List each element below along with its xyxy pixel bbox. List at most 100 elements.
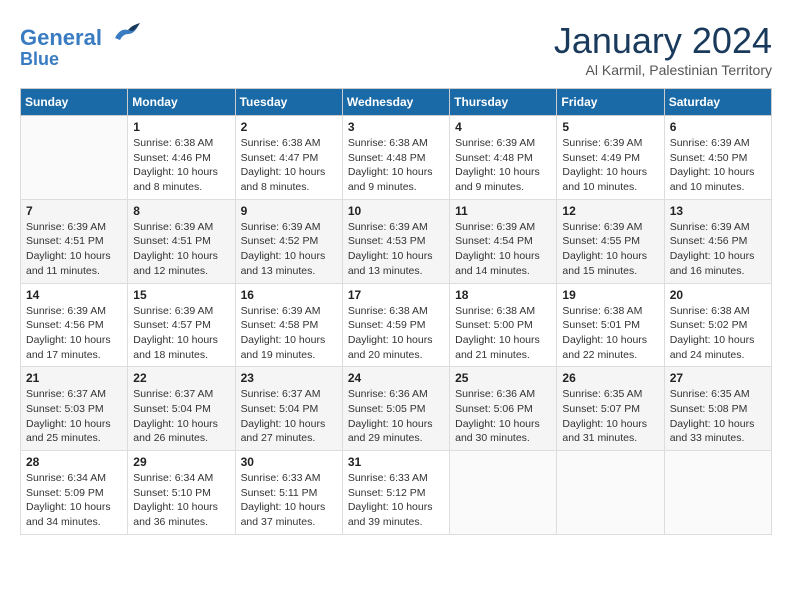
- day-info: Sunrise: 6:39 AM Sunset: 4:49 PM Dayligh…: [562, 136, 658, 195]
- day-number: 30: [241, 455, 337, 469]
- day-number: 18: [455, 288, 551, 302]
- col-header-sunday: Sunday: [21, 89, 128, 116]
- day-number: 20: [670, 288, 766, 302]
- calendar-cell: 19 Sunrise: 6:38 AM Sunset: 5:01 PM Dayli…: [557, 283, 664, 367]
- day-info: Sunrise: 6:33 AM Sunset: 5:12 PM Dayligh…: [348, 471, 444, 530]
- calendar-cell: 13Sunrise: 6:39 AM Sunset: 4:56 PM Dayli…: [664, 199, 771, 283]
- calendar-cell: 24 Sunrise: 6:36 AM Sunset: 5:05 PM Dayli…: [342, 367, 449, 451]
- day-number: 22: [133, 371, 229, 385]
- calendar-cell: 7 Sunrise: 6:39 AM Sunset: 4:51 PM Daylig…: [21, 199, 128, 283]
- title-block: January 2024 Al Karmil, Palestinian Terr…: [554, 20, 772, 78]
- calendar-cell: [557, 451, 664, 535]
- day-number: 26: [562, 371, 658, 385]
- day-number: 4: [455, 120, 551, 134]
- calendar-cell: 12 Sunrise: 6:39 AM Sunset: 4:55 PM Dayli…: [557, 199, 664, 283]
- day-number: 10: [348, 204, 444, 218]
- calendar-cell: [664, 451, 771, 535]
- day-info: Sunrise: 6:34 AM Sunset: 5:10 PM Dayligh…: [133, 471, 229, 530]
- day-number: 11: [455, 204, 551, 218]
- day-number: 29: [133, 455, 229, 469]
- day-number: 12: [562, 204, 658, 218]
- day-info: Sunrise: 6:39 AM Sunset: 4:56 PM Dayligh…: [26, 304, 122, 363]
- day-number: 27: [670, 371, 766, 385]
- logo-blue: Blue: [20, 50, 140, 70]
- day-info: Sunrise: 6:38 AM Sunset: 4:48 PM Dayligh…: [348, 136, 444, 195]
- day-info: Sunrise: 6:37 AM Sunset: 5:03 PM Dayligh…: [26, 387, 122, 446]
- day-number: 1: [133, 120, 229, 134]
- col-header-wednesday: Wednesday: [342, 89, 449, 116]
- page-header: General Blue January 2024 Al Karmil, Pal…: [20, 20, 772, 78]
- calendar-cell: 20Sunrise: 6:38 AM Sunset: 5:02 PM Dayli…: [664, 283, 771, 367]
- day-number: 8: [133, 204, 229, 218]
- col-header-friday: Friday: [557, 89, 664, 116]
- day-number: 13: [670, 204, 766, 218]
- calendar-cell: 9Sunrise: 6:39 AM Sunset: 4:52 PM Daylig…: [235, 199, 342, 283]
- calendar-cell: 21 Sunrise: 6:37 AM Sunset: 5:03 PM Dayli…: [21, 367, 128, 451]
- week-row-3: 14Sunrise: 6:39 AM Sunset: 4:56 PM Dayli…: [21, 283, 772, 367]
- calendar-cell: 11Sunrise: 6:39 AM Sunset: 4:54 PM Dayli…: [450, 199, 557, 283]
- col-header-saturday: Saturday: [664, 89, 771, 116]
- day-info: Sunrise: 6:39 AM Sunset: 4:52 PM Dayligh…: [241, 220, 337, 279]
- day-number: 25: [455, 371, 551, 385]
- calendar-cell: 15Sunrise: 6:39 AM Sunset: 4:57 PM Dayli…: [128, 283, 235, 367]
- day-info: Sunrise: 6:39 AM Sunset: 4:51 PM Dayligh…: [26, 220, 122, 279]
- day-number: 17: [348, 288, 444, 302]
- calendar-cell: [450, 451, 557, 535]
- day-info: Sunrise: 6:39 AM Sunset: 4:51 PM Dayligh…: [133, 220, 229, 279]
- month-title: January 2024: [554, 20, 772, 62]
- week-row-4: 21 Sunrise: 6:37 AM Sunset: 5:03 PM Dayli…: [21, 367, 772, 451]
- calendar-cell: 3 Sunrise: 6:38 AM Sunset: 4:48 PM Daylig…: [342, 116, 449, 200]
- day-info: Sunrise: 6:36 AM Sunset: 5:05 PM Dayligh…: [348, 387, 444, 446]
- calendar-cell: 4 Sunrise: 6:39 AM Sunset: 4:48 PM Daylig…: [450, 116, 557, 200]
- col-header-monday: Monday: [128, 89, 235, 116]
- calendar-cell: 2 Sunrise: 6:38 AM Sunset: 4:47 PM Daylig…: [235, 116, 342, 200]
- day-number: 19: [562, 288, 658, 302]
- day-info: Sunrise: 6:38 AM Sunset: 5:01 PM Dayligh…: [562, 304, 658, 363]
- calendar-cell: 8 Sunrise: 6:39 AM Sunset: 4:51 PM Daylig…: [128, 199, 235, 283]
- day-number: 6: [670, 120, 766, 134]
- calendar-cell: 17 Sunrise: 6:38 AM Sunset: 4:59 PM Dayli…: [342, 283, 449, 367]
- day-number: 28: [26, 455, 122, 469]
- day-number: 31: [348, 455, 444, 469]
- day-info: Sunrise: 6:39 AM Sunset: 4:50 PM Dayligh…: [670, 136, 766, 195]
- day-info: Sunrise: 6:34 AM Sunset: 5:09 PM Dayligh…: [26, 471, 122, 530]
- day-info: Sunrise: 6:39 AM Sunset: 4:53 PM Dayligh…: [348, 220, 444, 279]
- calendar-cell: 1 Sunrise: 6:38 AM Sunset: 4:46 PM Daylig…: [128, 116, 235, 200]
- logo: General Blue: [20, 20, 140, 70]
- day-info: Sunrise: 6:36 AM Sunset: 5:06 PM Dayligh…: [455, 387, 551, 446]
- day-info: Sunrise: 6:39 AM Sunset: 4:48 PM Dayligh…: [455, 136, 551, 195]
- col-header-tuesday: Tuesday: [235, 89, 342, 116]
- calendar-cell: 22Sunrise: 6:37 AM Sunset: 5:04 PM Dayli…: [128, 367, 235, 451]
- day-info: Sunrise: 6:35 AM Sunset: 5:08 PM Dayligh…: [670, 387, 766, 446]
- day-number: 2: [241, 120, 337, 134]
- calendar-cell: 16 Sunrise: 6:39 AM Sunset: 4:58 PM Dayli…: [235, 283, 342, 367]
- day-number: 7: [26, 204, 122, 218]
- day-number: 23: [241, 371, 337, 385]
- calendar-cell: 26 Sunrise: 6:35 AM Sunset: 5:07 PM Dayli…: [557, 367, 664, 451]
- logo-bird-icon: [110, 20, 140, 45]
- day-info: Sunrise: 6:38 AM Sunset: 4:59 PM Dayligh…: [348, 304, 444, 363]
- day-info: Sunrise: 6:35 AM Sunset: 5:07 PM Dayligh…: [562, 387, 658, 446]
- day-info: Sunrise: 6:33 AM Sunset: 5:11 PM Dayligh…: [241, 471, 337, 530]
- calendar-cell: 18Sunrise: 6:38 AM Sunset: 5:00 PM Dayli…: [450, 283, 557, 367]
- calendar-cell: 31 Sunrise: 6:33 AM Sunset: 5:12 PM Dayli…: [342, 451, 449, 535]
- day-info: Sunrise: 6:39 AM Sunset: 4:55 PM Dayligh…: [562, 220, 658, 279]
- calendar-cell: 30 Sunrise: 6:33 AM Sunset: 5:11 PM Dayli…: [235, 451, 342, 535]
- day-number: 16: [241, 288, 337, 302]
- day-number: 21: [26, 371, 122, 385]
- calendar-cell: 23Sunrise: 6:37 AM Sunset: 5:04 PM Dayli…: [235, 367, 342, 451]
- day-number: 24: [348, 371, 444, 385]
- day-info: Sunrise: 6:39 AM Sunset: 4:58 PM Dayligh…: [241, 304, 337, 363]
- day-info: Sunrise: 6:38 AM Sunset: 4:46 PM Dayligh…: [133, 136, 229, 195]
- day-number: 15: [133, 288, 229, 302]
- day-number: 3: [348, 120, 444, 134]
- calendar-cell: 10 Sunrise: 6:39 AM Sunset: 4:53 PM Dayli…: [342, 199, 449, 283]
- logo-general: General: [20, 25, 102, 50]
- day-info: Sunrise: 6:38 AM Sunset: 4:47 PM Dayligh…: [241, 136, 337, 195]
- week-row-5: 28 Sunrise: 6:34 AM Sunset: 5:09 PM Dayli…: [21, 451, 772, 535]
- calendar-cell: 5 Sunrise: 6:39 AM Sunset: 4:49 PM Daylig…: [557, 116, 664, 200]
- week-row-1: 1 Sunrise: 6:38 AM Sunset: 4:46 PM Daylig…: [21, 116, 772, 200]
- calendar-cell: 29 Sunrise: 6:34 AM Sunset: 5:10 PM Dayli…: [128, 451, 235, 535]
- col-header-thursday: Thursday: [450, 89, 557, 116]
- day-number: 5: [562, 120, 658, 134]
